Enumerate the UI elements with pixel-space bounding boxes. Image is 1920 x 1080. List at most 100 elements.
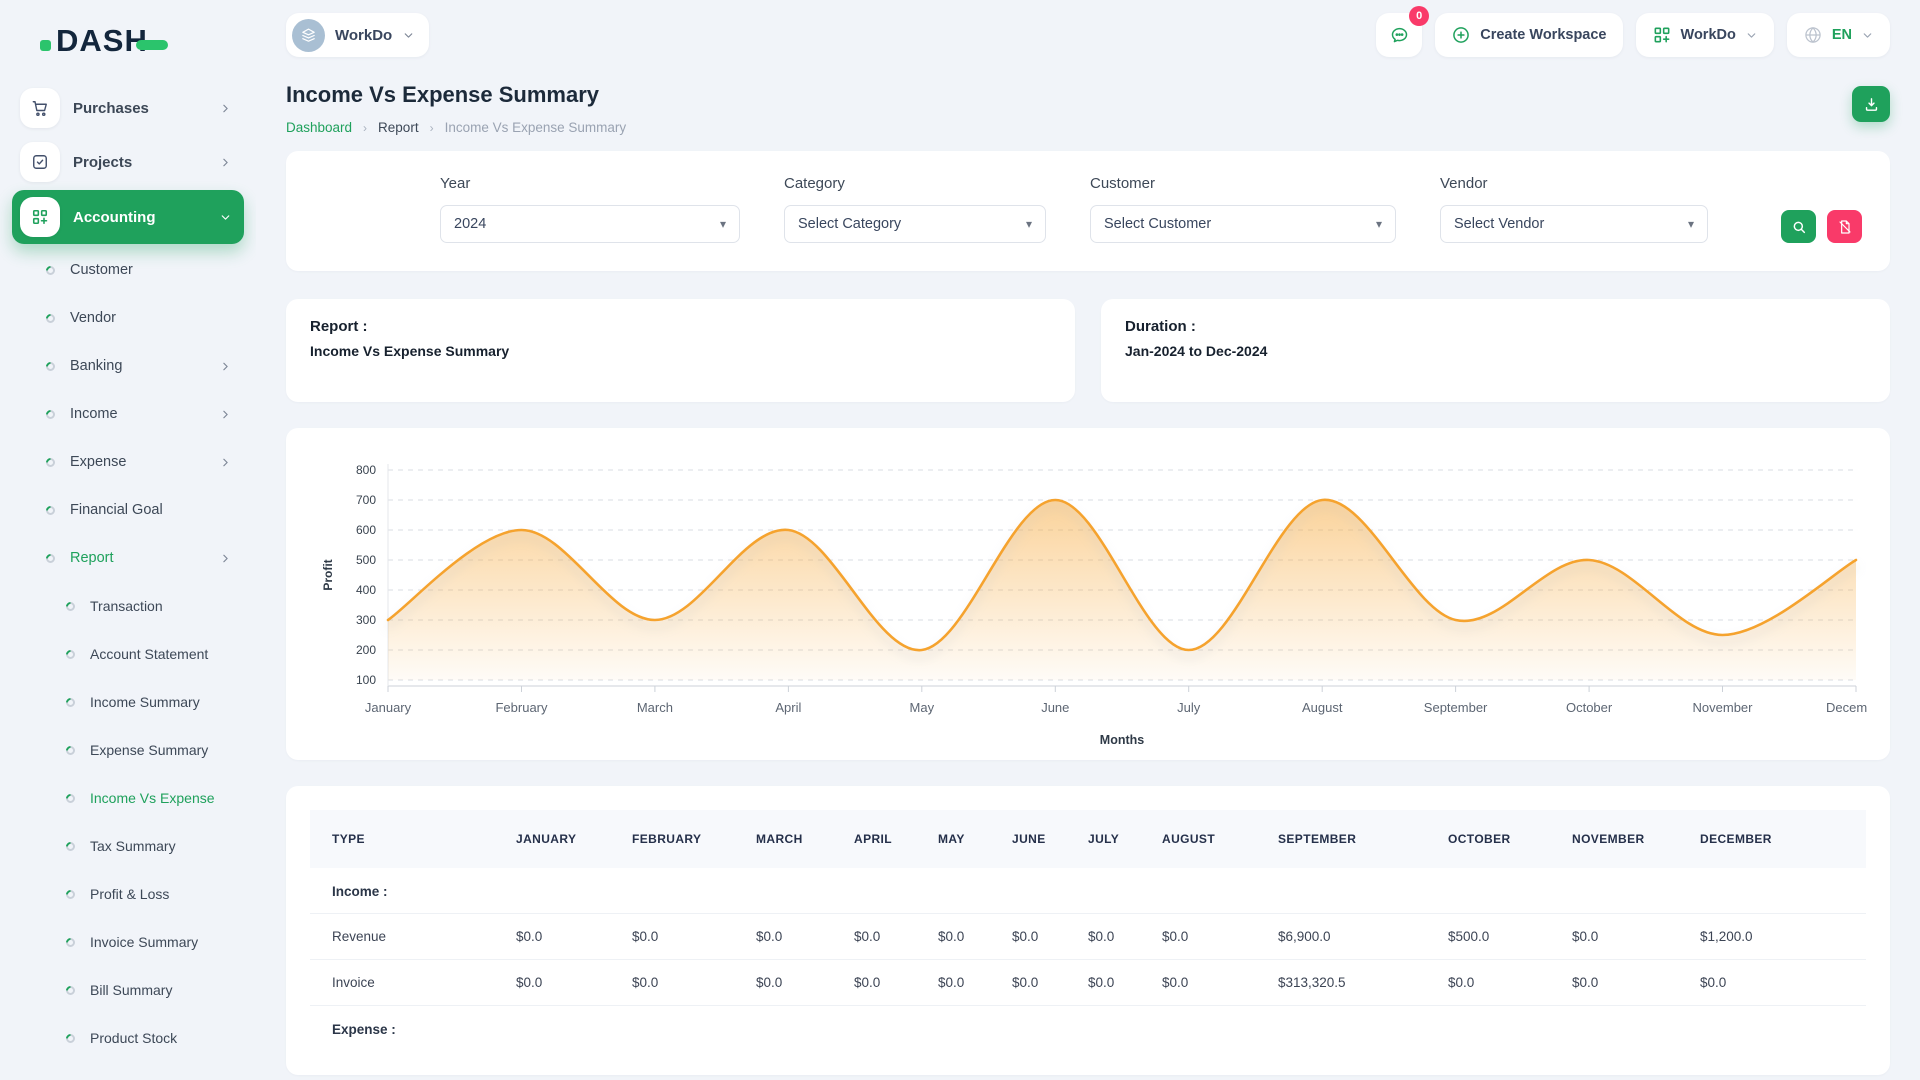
page-title: Income Vs Expense Summary <box>286 82 626 108</box>
summary-cards-row: Report : Income Vs Expense Summary Durat… <box>286 299 1890 402</box>
sidebar-item-label: Product Stock <box>90 1030 177 1046</box>
sidebar-item-customer[interactable]: Customer <box>0 246 256 294</box>
language-label: EN <box>1832 27 1852 43</box>
sidebar-item-banking[interactable]: Banking <box>0 342 256 390</box>
category-select[interactable]: Select Category▾ <box>784 205 1046 243</box>
filter-actions <box>1781 210 1862 243</box>
messages-button[interactable]: 0 <box>1376 13 1422 57</box>
search-button[interactable] <box>1781 210 1816 243</box>
cell-value: $0.0 <box>928 914 1002 960</box>
cell-value: $0.0 <box>746 914 844 960</box>
logo-accent-bar <box>136 40 168 50</box>
create-workspace-button[interactable]: Create Workspace <box>1435 13 1622 57</box>
column-header: FEBRUARY <box>622 810 746 868</box>
building-icon <box>300 27 317 44</box>
workspace-switcher[interactable]: WorkDo <box>286 13 429 57</box>
sidebar-item-label: Income <box>70 406 118 422</box>
chevron-down-icon <box>402 29 415 42</box>
cell-value: $6,900.0 <box>1268 914 1438 960</box>
chevron-right-icon <box>219 102 232 115</box>
language-button[interactable]: EN <box>1787 13 1890 57</box>
svg-text:September: September <box>1424 700 1488 715</box>
circle-plus-icon <box>1451 25 1471 45</box>
sidebar-item-bill-summary[interactable]: Bill Summary <box>0 966 256 1014</box>
sidebar-item-accounting[interactable]: Accounting <box>12 190 244 244</box>
bullet-icon <box>64 936 77 949</box>
chevron-down-icon: ▾ <box>1026 217 1032 231</box>
sidebar-item-transaction[interactable]: Transaction <box>0 582 256 630</box>
customer-select[interactable]: Select Customer▾ <box>1090 205 1396 243</box>
sidebar-item-tax-summary[interactable]: Tax Summary <box>0 822 256 870</box>
table-section-row: Income : <box>310 868 1866 914</box>
cell-value: $500.0 <box>1438 914 1562 960</box>
workdo-menu-button[interactable]: WorkDo <box>1636 13 1774 57</box>
svg-text:100: 100 <box>356 673 376 687</box>
breadcrumb-dashboard[interactable]: Dashboard <box>286 120 352 135</box>
sidebar-item-invoice-summary[interactable]: Invoice Summary <box>0 918 256 966</box>
column-header: DECEMBER <box>1690 810 1866 868</box>
svg-text:July: July <box>1177 700 1201 715</box>
breadcrumb-report[interactable]: Report <box>378 120 419 135</box>
sidebar-item-product-stock[interactable]: Product Stock <box>0 1014 256 1062</box>
cell-value: $0.0 <box>844 960 928 1006</box>
svg-text:November: November <box>1693 700 1754 715</box>
breadcrumb-separator: › <box>363 121 367 135</box>
messages-badge: 0 <box>1409 6 1429 26</box>
sidebar-item-purchases[interactable]: Purchases <box>12 82 244 134</box>
sidebar-item-account-statement[interactable]: Account Statement <box>0 630 256 678</box>
cell-value: $0.0 <box>1002 914 1078 960</box>
cell-value: $0.0 <box>1690 960 1866 1006</box>
cell-value: $0.0 <box>1002 960 1078 1006</box>
cart-icon <box>20 88 60 128</box>
workspace-avatar <box>292 19 325 52</box>
report-card-label: Report : <box>310 318 1051 335</box>
category-label: Category <box>784 175 1046 192</box>
brand-logo[interactable]: DASH <box>0 14 256 68</box>
chevron-right-icon <box>219 156 232 169</box>
sidebar-item-label: Projects <box>73 154 206 171</box>
sidebar-item-projects[interactable]: Projects <box>12 136 244 188</box>
globe-icon <box>1803 25 1823 45</box>
bullet-icon <box>64 1032 77 1045</box>
year-filter: Year2024▾ <box>440 175 740 243</box>
customer-filter: CustomerSelect Customer▾ <box>1090 175 1396 243</box>
chat-icon <box>1389 25 1410 46</box>
sidebar-item-vendor[interactable]: Vendor <box>0 294 256 342</box>
sidebar-item-label: Expense Summary <box>90 742 208 758</box>
svg-text:500: 500 <box>356 553 376 567</box>
sidebar-item-income-vs-expense[interactable]: Income Vs Expense <box>0 774 256 822</box>
bullet-icon <box>64 744 77 757</box>
year-select[interactable]: 2024 ▾ <box>440 205 740 243</box>
vendor-select[interactable]: Select Vendor▾ <box>1440 205 1708 243</box>
cell-value: $1,200.0 <box>1690 914 1866 960</box>
sidebar-item-expense[interactable]: Expense <box>0 438 256 486</box>
chevron-down-icon: ▾ <box>1376 217 1382 231</box>
workspace-name: WorkDo <box>335 27 392 44</box>
filter-fields: Year2024▾CategorySelect Category▾Custome… <box>440 175 1741 243</box>
sidebar-item-income-summary[interactable]: Income Summary <box>0 678 256 726</box>
svg-text:August: August <box>1302 700 1343 715</box>
y-axis-label: Profit <box>321 559 335 590</box>
sidebar-item-financial-goal[interactable]: Financial Goal <box>0 486 256 534</box>
sidebar-item-report[interactable]: Report <box>0 534 256 582</box>
sidebar-item-profit-loss[interactable]: Profit & Loss <box>0 870 256 918</box>
profit-area-chart: 100200300400500600700800 JanuaryFebruary… <box>308 450 1868 752</box>
sidebar-item-label: Vendor <box>70 310 116 326</box>
year-select-value: 2024 <box>454 216 486 232</box>
sidebar-item-label: Expense <box>70 454 126 470</box>
sidebar-item-income[interactable]: Income <box>0 390 256 438</box>
search-icon <box>1791 219 1807 235</box>
bullet-icon <box>64 888 77 901</box>
bullet-icon <box>64 792 77 805</box>
sidebar-item-expense-summary[interactable]: Expense Summary <box>0 726 256 774</box>
income-expense-table-card: TYPEJANUARYFEBRUARYMARCHAPRILMAYJUNEJULY… <box>286 786 1890 1075</box>
sidebar-item-label: Bill Summary <box>90 982 172 998</box>
reset-button[interactable] <box>1827 210 1862 243</box>
svg-text:January: January <box>365 700 412 715</box>
grid-plus-icon <box>20 197 60 237</box>
chevron-down-icon: ▾ <box>720 217 726 231</box>
download-icon <box>1863 96 1880 113</box>
table-row: Revenue$0.0$0.0$0.0$0.0$0.0$0.0$0.0$0.0$… <box>310 914 1866 960</box>
download-button[interactable] <box>1852 86 1890 122</box>
sidebar-item-cash-flow[interactable]: Cash Flow <box>0 1062 256 1080</box>
